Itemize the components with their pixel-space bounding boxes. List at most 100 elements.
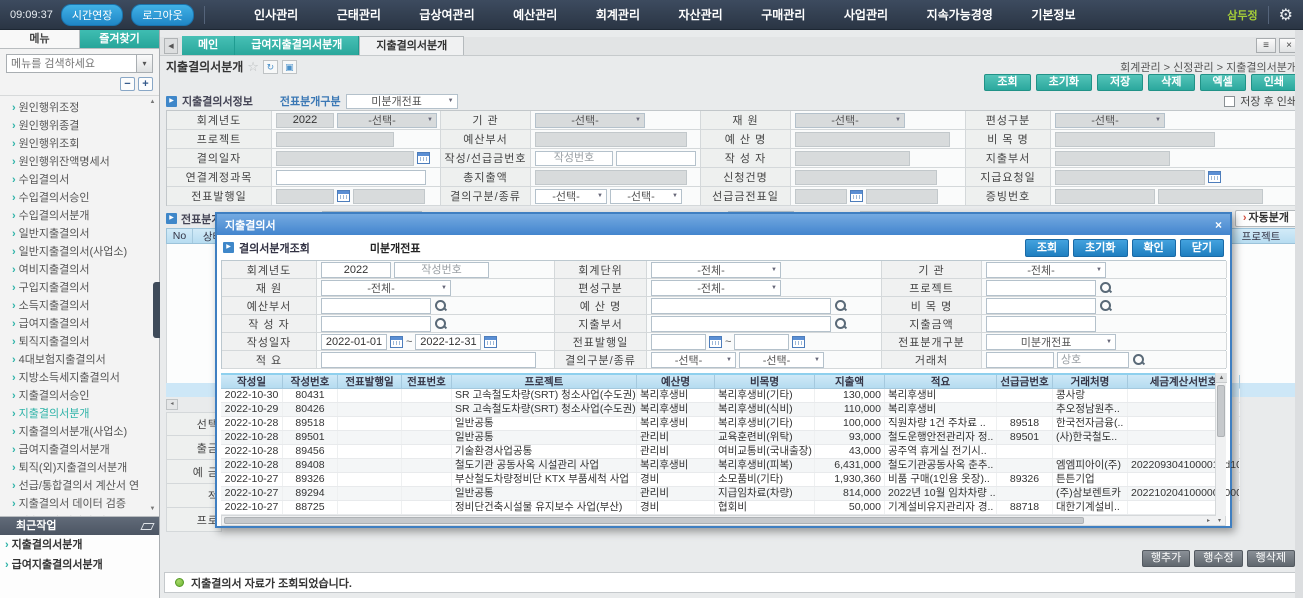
extend-session-button[interactable]: 시간연장 [61,4,123,26]
search-icon[interactable] [1132,353,1145,366]
select-dropdown[interactable]: -선택-▼ [337,113,437,128]
sidebar-item[interactable]: ›퇴직지출결의서 [12,333,159,351]
search-icon[interactable] [434,317,447,330]
calendar-icon[interactable] [850,190,863,202]
scrollbar-thumb[interactable] [1217,385,1225,437]
scroll-up-icon[interactable]: ▲ [148,98,157,107]
scrollbar-thumb[interactable] [224,517,1084,524]
scroll-down-icon[interactable]: ▼ [148,505,157,514]
text-field[interactable] [321,334,387,350]
table-column-header[interactable]: 전표발행일 [338,375,402,388]
row-button[interactable]: 행삭제 [1247,550,1295,567]
sidebar-item[interactable]: ›지출결의서분개(사업소) [12,423,159,441]
text-field[interactable] [321,298,431,314]
sidebar-item[interactable]: ›원인행위조회 [12,135,159,153]
scroll-corner-icon[interactable]: ▾ [1214,517,1225,524]
select-dropdown[interactable]: -선택-▼ [1055,113,1165,128]
table-column-header[interactable]: 작성번호 [283,375,338,388]
table-row[interactable]: 2022-10-2789326부산철도차량정비단 KTX 부품세척 사업경비소모… [221,473,1226,487]
text-field[interactable] [986,352,1054,368]
calendar-icon[interactable] [390,336,403,348]
dialog-titlebar[interactable]: 지출결의서 × [217,214,1230,235]
text-field[interactable] [535,151,613,166]
action-button[interactable]: 삭제 [1148,74,1194,91]
calendar-icon[interactable] [1208,171,1221,183]
select-dropdown[interactable]: -선택-▼ [535,189,607,204]
top-menu-item[interactable]: 인사관리 [254,6,298,23]
table-column-header[interactable]: 예산명 [637,375,715,388]
calendar-icon[interactable] [337,190,350,202]
sidebar-item[interactable]: ›급여지출결의서 [12,315,159,333]
sidebar-item[interactable]: ›수입결의서승인 [12,189,159,207]
select-dropdown[interactable]: -선택-▼ [535,113,645,128]
table-column-header[interactable]: 프로젝트 [452,375,637,388]
text-field[interactable] [651,334,706,350]
action-button[interactable]: 조회 [984,74,1030,91]
top-menu-item[interactable]: 기본정보 [1031,6,1075,23]
table-column-header[interactable]: 전표번호 [402,375,452,388]
text-field[interactable] [276,170,426,185]
table-column-header[interactable]: 비목명 [715,375,815,388]
search-icon[interactable] [434,299,447,312]
sidebar-item[interactable]: ›구입지출결의서 [12,279,159,297]
calendar-icon[interactable] [484,336,497,348]
table-row[interactable]: 2022-10-2889501일반공통관리비교육훈련비(위탁)93,000철도운… [221,431,1226,445]
scroll-up-icon[interactable]: ▲ [1216,373,1227,383]
search-icon[interactable] [834,317,847,330]
sidebar-item[interactable]: ›지방소득세지출결의서 [12,369,159,387]
sidebar-item[interactable]: ›선급/통합결의서 계산서 연 [12,477,159,495]
top-menu-item[interactable]: 지속가능경영 [927,6,993,23]
print-after-save-checkbox[interactable] [1224,96,1235,107]
action-button[interactable]: 초기화 [1036,74,1092,91]
action-button[interactable]: 저장 [1097,74,1143,91]
dialog-button[interactable]: 초기화 [1073,239,1127,257]
sidebar-item[interactable]: ›급여지출결의서분개 [12,441,159,459]
table-row[interactable]: 2022-10-2889408철도기관 공동사옥 시설관리 사업복리후생비복리후… [221,459,1226,473]
text-field[interactable] [651,298,831,314]
row-button[interactable]: 행수정 [1194,550,1242,567]
top-menu-item[interactable]: 자산관리 [679,6,723,23]
chevron-down-icon[interactable]: ▾ [136,55,152,72]
table-row[interactable]: 2022-10-2789294일반공통관리비지급임차료(차량)814,00020… [221,487,1226,501]
slip-type-select[interactable]: 미분개전표▼ [346,94,458,109]
text-field[interactable] [1057,352,1129,368]
tab-scroll-left-button[interactable]: ◀ [164,38,178,54]
auto-journalize-button[interactable]: ›자동분개 [1235,210,1297,227]
table-row[interactable]: 2022-10-2788725정비단건축시설물 유지보수 사업(부산)경비협회비… [221,501,1226,515]
sidebar-item[interactable]: ›원인행위종결 [12,117,159,135]
expand-all-button[interactable]: + [138,77,153,91]
sidebar-item[interactable]: ›여비지출결의서 [12,261,159,279]
menu-search-input[interactable] [7,55,136,72]
text-field[interactable] [321,352,536,368]
sidebar-item[interactable]: ›퇴직(외)지출결의서분개 [12,459,159,477]
top-menu-item[interactable]: 예산관리 [513,6,557,23]
sidebar-item[interactable]: ›수입결의서 [12,171,159,189]
popup-icon[interactable]: ▣ [282,60,297,74]
row-button[interactable]: 행추가 [1142,550,1190,567]
table-row[interactable]: 2022-10-2889456기술환경사업공통관리비여비교통비(국내출장)43,… [221,445,1226,459]
text-field[interactable] [986,298,1096,314]
sidebar-item[interactable]: ›일반지출결의서(사업소) [12,243,159,261]
table-row[interactable]: 2022-10-2889518일반공통복리후생비복리후생비(기타)100,000… [221,417,1226,431]
recent-item[interactable]: ›지출결의서분개 [0,535,159,555]
collapse-all-button[interactable]: − [120,77,135,91]
table-column-header[interactable]: 적요 [885,375,997,388]
dialog-button[interactable]: 닫기 [1180,239,1224,257]
window-tab[interactable]: 급여지출결의서분개 [235,36,359,55]
sidebar-item[interactable]: ›원인행위잔액명세서 [12,153,159,171]
table-column-header[interactable]: 선급금번호 [997,375,1053,388]
select-dropdown[interactable]: -전체-▼ [651,262,781,278]
refresh-icon[interactable]: ↻ [263,60,278,74]
table-row[interactable]: 2022-10-2980426SR 고속철도차량(SRT) 청소사업(수도권)복… [221,403,1226,417]
top-menu-item[interactable]: 급상여관리 [419,6,474,23]
top-menu-item[interactable]: 회계관리 [596,6,640,23]
text-field[interactable] [651,316,831,332]
search-icon[interactable] [1099,299,1112,312]
dialog-button[interactable]: 확인 [1132,239,1176,257]
sidebar-collapse-handle[interactable] [153,282,160,338]
search-icon[interactable] [834,299,847,312]
grid-column-header[interactable]: No [167,229,193,243]
select-dropdown[interactable]: -선택-▼ [795,113,905,128]
close-icon[interactable]: × [1215,218,1222,232]
sidebar-item[interactable]: ›지출분개 데이터 검증 [12,513,159,516]
